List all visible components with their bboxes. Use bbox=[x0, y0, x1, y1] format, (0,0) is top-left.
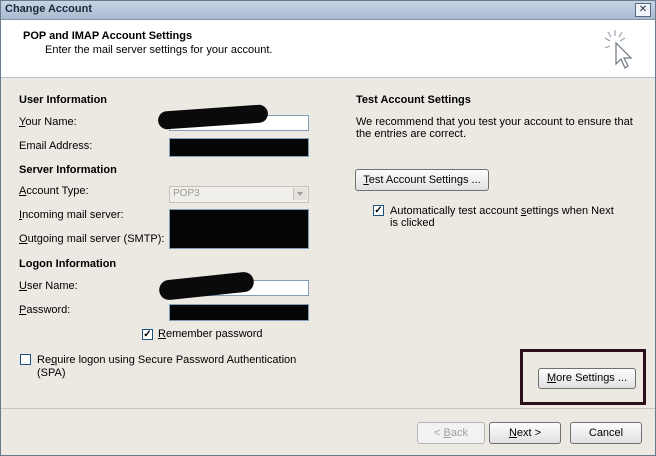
password-field[interactable] bbox=[169, 304, 309, 321]
user-info-heading: User Information bbox=[19, 94, 108, 106]
chevron-down-icon bbox=[293, 188, 307, 200]
remember-password-label: Remember password bbox=[158, 328, 263, 340]
auto-test-checkbox[interactable]: ✓ bbox=[373, 205, 384, 216]
next-button[interactable]: Next > bbox=[489, 422, 561, 444]
redaction-scribble bbox=[158, 271, 255, 301]
incoming-server-field[interactable] bbox=[169, 209, 309, 249]
cursor-click-icon bbox=[604, 30, 633, 69]
auto-test-label-line2: is clicked bbox=[390, 217, 435, 229]
back-button[interactable]: < Back bbox=[417, 422, 485, 444]
header-title: POP and IMAP Account Settings bbox=[23, 30, 193, 42]
title-bar[interactable]: Change Account ✕ bbox=[1, 1, 655, 20]
your-name-label: Your Name: bbox=[19, 116, 77, 128]
incoming-server-label: Incoming mail server: bbox=[19, 209, 124, 221]
auto-test-label: Automatically test account settings when… bbox=[390, 205, 614, 217]
account-type-value: POP3 bbox=[173, 188, 200, 199]
server-info-heading: Server Information bbox=[19, 164, 117, 176]
spa-checkbox[interactable] bbox=[20, 354, 31, 365]
account-type-select[interactable]: POP3 bbox=[169, 186, 309, 203]
test-description-line2: the entries are correct. bbox=[356, 128, 467, 140]
email-address-label: Email Address: bbox=[19, 140, 93, 152]
logon-info-heading: Logon Information bbox=[19, 258, 117, 270]
header-subtitle: Enter the mail server settings for your … bbox=[45, 44, 273, 56]
spa-label: Require logon using Secure Password Auth… bbox=[37, 354, 297, 366]
outgoing-server-label: Outgoing mail server (SMTP): bbox=[19, 233, 165, 245]
remember-password-checkbox[interactable]: ✓ bbox=[142, 329, 153, 340]
close-button[interactable]: ✕ bbox=[635, 3, 651, 17]
test-account-settings-button[interactable]: Test Account Settings ... bbox=[355, 169, 489, 191]
email-address-field[interactable] bbox=[169, 138, 309, 157]
test-settings-heading: Test Account Settings bbox=[356, 94, 471, 106]
password-label: Password: bbox=[19, 304, 71, 316]
test-description-line1: We recommend that you test your account … bbox=[356, 116, 633, 128]
dialog-header: POP and IMAP Account Settings Enter the … bbox=[1, 20, 655, 78]
change-account-dialog: Change Account ✕ POP and IMAP Account Se… bbox=[0, 0, 656, 456]
dialog-footer: < Back Next > Cancel bbox=[1, 408, 655, 455]
more-settings-button[interactable]: More Settings ... bbox=[538, 368, 636, 389]
spa-label-line2: (SPA) bbox=[37, 367, 66, 379]
user-name-label: User Name: bbox=[19, 280, 78, 292]
cancel-button[interactable]: Cancel bbox=[570, 422, 642, 444]
window-title: Change Account bbox=[5, 3, 92, 15]
account-type-label: Account Type: bbox=[19, 185, 89, 197]
